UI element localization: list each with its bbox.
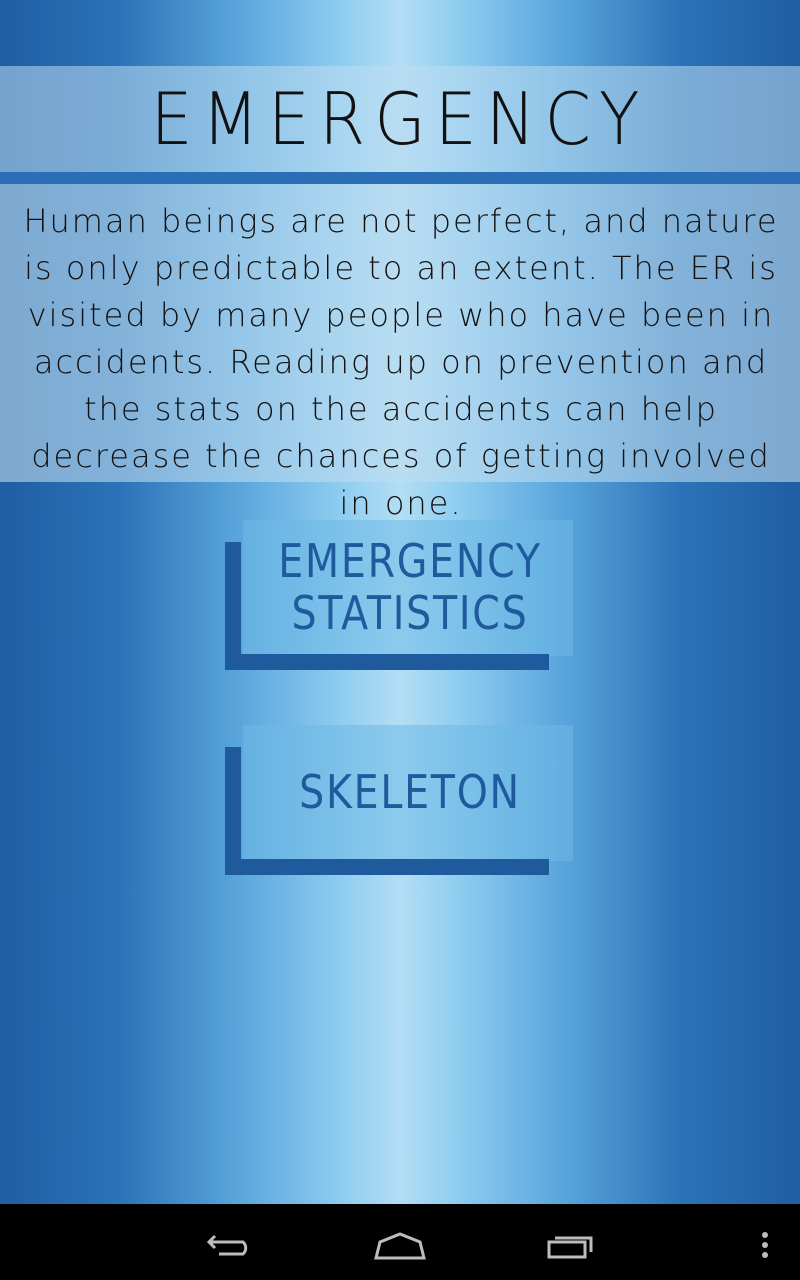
title-band: EMERGENCY <box>0 66 800 172</box>
skeleton-button[interactable]: SKELETON <box>225 725 573 875</box>
title-divider <box>0 172 800 184</box>
button-left-bar <box>225 542 241 670</box>
recent-apps-icon[interactable] <box>546 1232 596 1260</box>
intro-text: Human beings are not perfect, and nature… <box>23 202 779 522</box>
button-bottom-bar <box>225 654 549 670</box>
back-icon[interactable] <box>205 1230 255 1258</box>
status-bar <box>0 0 800 66</box>
home-icon[interactable] <box>374 1232 426 1260</box>
page-title: EMERGENCY <box>151 77 649 161</box>
button-left-bar <box>225 747 241 875</box>
emergency-statistics-button[interactable]: EMERGENCY STATISTICS <box>225 520 573 670</box>
button-bottom-bar <box>225 859 549 875</box>
skeleton-label: SKELETON <box>299 765 521 819</box>
emergency-statistics-label: EMERGENCY STATISTICS <box>278 534 542 640</box>
navigation-bar <box>0 1204 800 1280</box>
overflow-menu-icon[interactable] <box>758 1230 772 1260</box>
intro-panel: Human beings are not perfect, and nature… <box>0 184 800 522</box>
